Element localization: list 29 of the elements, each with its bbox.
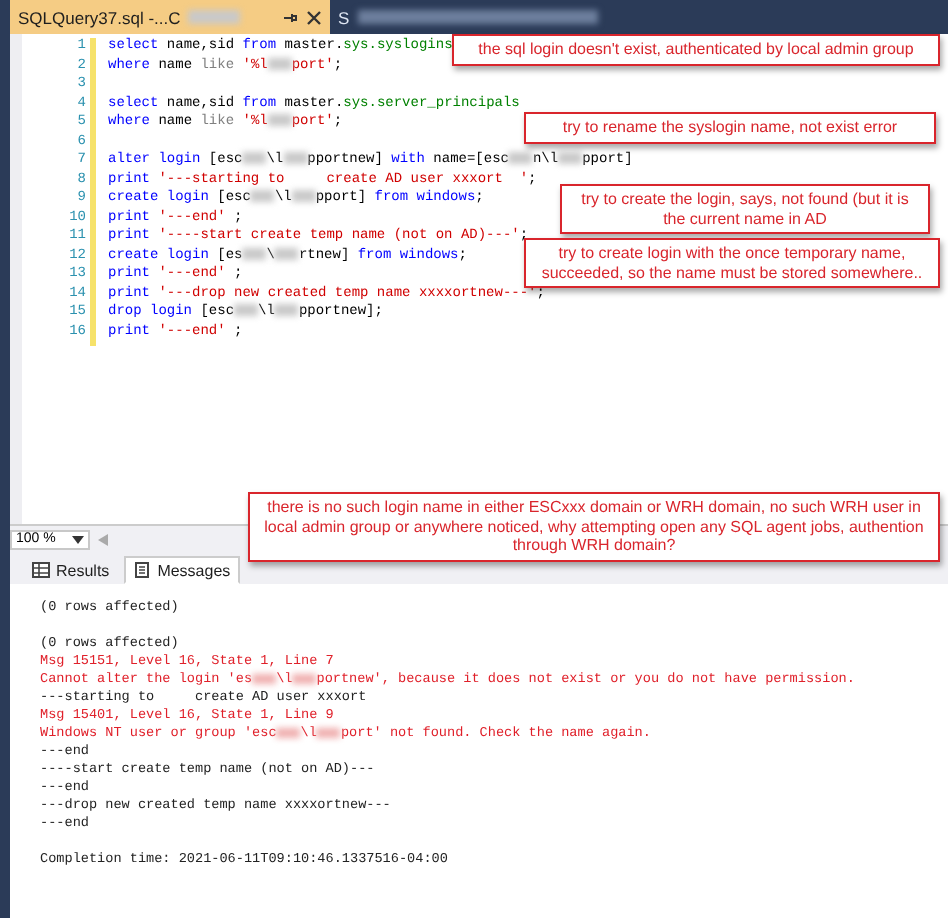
redaction-blur (234, 304, 259, 317)
annotation-callout: try to create the login, says, not found (but it is the current name in AD (560, 184, 930, 234)
close-icon[interactable] (306, 9, 322, 25)
redaction-blur (267, 57, 292, 70)
redaction-blur (292, 673, 317, 684)
annotation-callout: try to rename the syslogin name, not exist error (524, 112, 936, 143)
pin-icon[interactable] (282, 9, 298, 25)
redaction-blur (291, 190, 316, 203)
redaction-blur (252, 673, 277, 684)
redaction-blur (316, 727, 341, 738)
redaction-blur (274, 247, 299, 260)
redaction-blur (558, 152, 583, 165)
redaction-blur (250, 190, 275, 203)
results-tab[interactable]: Messages (123, 556, 241, 584)
caret-icon[interactable] (72, 535, 84, 543)
redaction-blur (242, 247, 267, 260)
redaction-blur (276, 727, 301, 738)
annotation-callout: the sql login doesn't exist, authenticated by local admin group (452, 34, 940, 65)
annotation-callout: there is no such login name in either ESCxxx domain or WRH domain, no such WRH user in local admin group or anywhere noticed, why attempting open any SQL agent jobs, authention through WRH domain? (248, 492, 940, 561)
document-tab[interactable]: SQLQuery37.sql -...C (10, 0, 330, 34)
redaction-blur (267, 114, 292, 127)
redaction-blur (283, 152, 308, 165)
document-tab[interactable]: S (330, 0, 670, 34)
document-icon (133, 562, 152, 578)
redaction-blur (508, 152, 533, 165)
annotation-callout: try to create login with the once temporary name, succeeded, so the name must be stored somewhere.. (524, 238, 940, 288)
grid-icon (32, 562, 50, 578)
redaction-blur (274, 304, 299, 317)
redaction-blur (242, 152, 267, 165)
